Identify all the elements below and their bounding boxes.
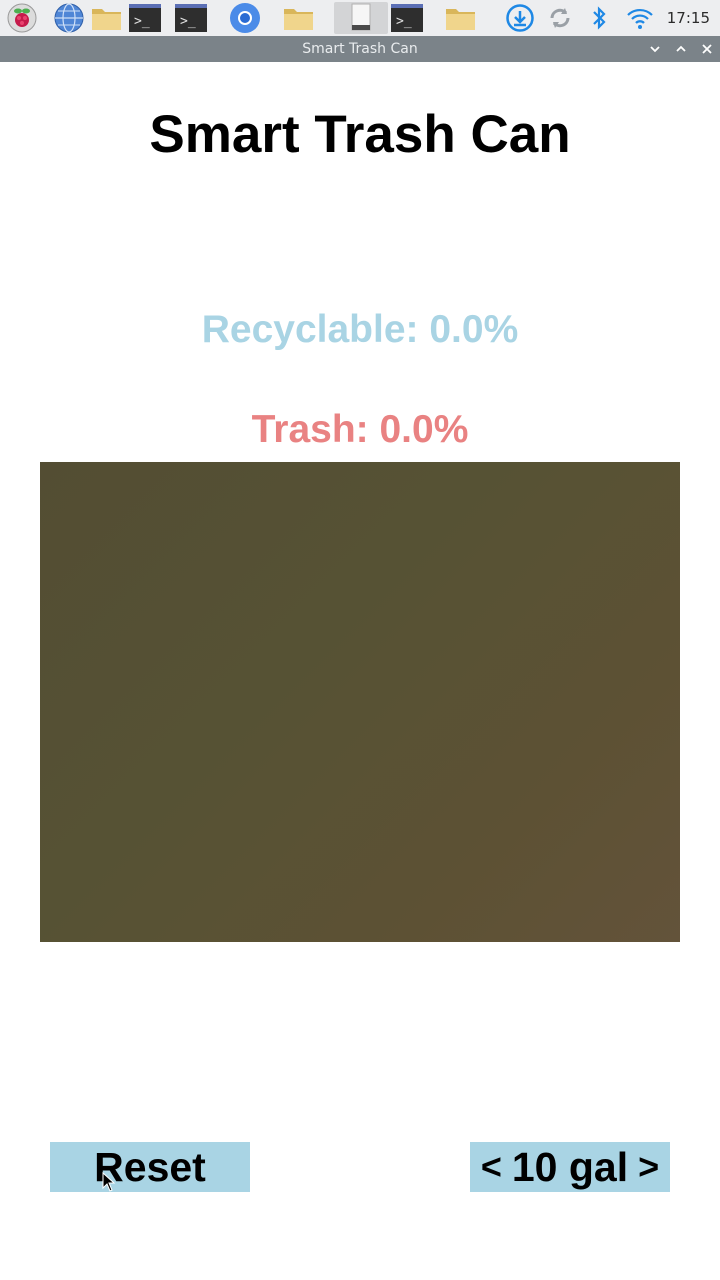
reset-button[interactable]: Reset xyxy=(50,1142,250,1192)
terminal-icon[interactable]: >_ xyxy=(128,2,162,34)
svg-text:>_: >_ xyxy=(134,14,150,29)
clock[interactable]: 17:15 xyxy=(667,0,710,36)
page-title: Smart Trash Can xyxy=(149,105,571,164)
wifi-icon[interactable] xyxy=(624,2,656,34)
terminal-icon[interactable]: >_ xyxy=(390,2,424,34)
bluetooth-icon[interactable] xyxy=(586,2,612,34)
window-close-button[interactable] xyxy=(699,41,715,57)
svg-text:>_: >_ xyxy=(180,14,196,29)
bin-size-value: 10 gal xyxy=(511,1143,629,1190)
sync-icon[interactable] xyxy=(544,2,576,34)
camera-feed xyxy=(40,462,680,942)
bin-size-selector[interactable]: < 10 gal > xyxy=(470,1142,670,1192)
document-icon[interactable] xyxy=(334,2,388,34)
file-manager-icon[interactable] xyxy=(444,2,478,34)
file-manager-icon[interactable] xyxy=(90,2,124,34)
raspberry-menu-icon[interactable] xyxy=(4,2,40,34)
svg-text:>_: >_ xyxy=(396,14,412,29)
chevron-down-icon xyxy=(650,46,660,53)
window-titlebar[interactable]: Smart Trash Can xyxy=(0,36,720,62)
size-next-arrow[interactable]: > xyxy=(638,1146,659,1188)
chevron-up-icon xyxy=(676,45,686,52)
recyclable-percentage: Recyclable: 0.0% xyxy=(201,308,519,351)
mouse-cursor-icon xyxy=(102,1172,116,1192)
window-title: Smart Trash Can xyxy=(302,41,418,57)
taskbar: >_ >_ >_ 17:15 xyxy=(0,0,720,36)
window-maximize-button[interactable] xyxy=(673,41,689,57)
trash-percentage: Trash: 0.0% xyxy=(251,408,469,451)
file-manager-icon[interactable] xyxy=(282,2,316,34)
size-prev-arrow[interactable]: < xyxy=(481,1146,502,1188)
download-icon[interactable] xyxy=(504,2,536,34)
close-icon xyxy=(702,44,712,54)
web-browser-icon[interactable] xyxy=(52,2,86,34)
window-menu-button[interactable] xyxy=(647,41,663,57)
terminal-icon[interactable]: >_ xyxy=(174,2,208,34)
chromium-icon[interactable] xyxy=(228,2,262,34)
